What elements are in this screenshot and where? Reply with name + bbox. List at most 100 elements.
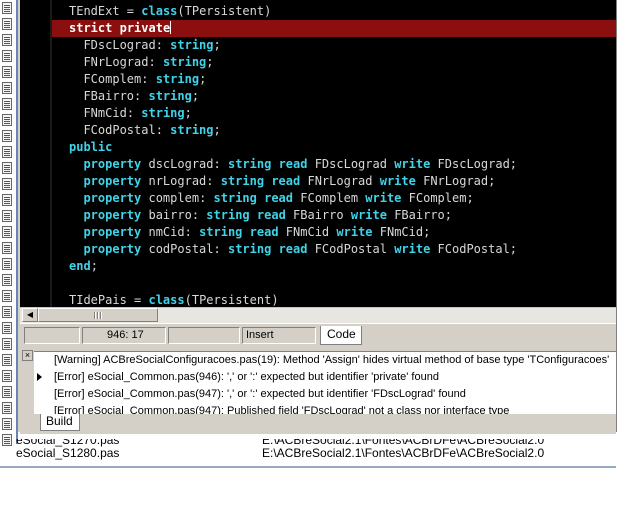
file-icon <box>2 290 12 302</box>
file-icon <box>2 242 12 254</box>
code-line[interactable]: strict private <box>52 20 616 37</box>
code-line[interactable]: FNrLograd: string; <box>52 54 616 71</box>
file-icon <box>2 226 12 238</box>
code-editor[interactable]: TEndExt = class(TPersistent) strict priva… <box>52 0 616 307</box>
keyword: string <box>199 225 243 239</box>
keyword: read <box>264 191 294 205</box>
close-icon[interactable]: × <box>22 350 33 361</box>
file-icon <box>2 402 12 414</box>
code-line[interactable]: property bairro: string read FBairro wri… <box>52 207 616 224</box>
code-line[interactable]: FNmCid: string; <box>52 105 616 122</box>
tab-code[interactable]: Code <box>320 326 362 345</box>
message-item[interactable]: [Error] eSocial_Common.pas(946): ',' or … <box>54 369 616 385</box>
code-line[interactable]: property nmCid: string read FNmCid write… <box>52 224 616 241</box>
keyword: property <box>83 157 142 171</box>
keyword: write <box>365 191 402 205</box>
grip-line <box>97 312 98 319</box>
keyword: public <box>69 140 113 154</box>
scrollbar-thumb[interactable] <box>38 308 158 322</box>
file-icon-strip <box>0 0 16 446</box>
message-item[interactable]: [Error] eSocial_Common.pas(947): Publish… <box>54 403 616 414</box>
code-line[interactable]: property complem: string read FComplem w… <box>52 190 616 207</box>
file-icon <box>2 130 12 142</box>
file-icon <box>2 434 12 446</box>
file-list-path: E:\ACBreSocial2.1\Fontes\ACBrDFe\ACBreSo… <box>262 446 545 460</box>
keyword: property <box>83 174 142 188</box>
cursor-position: 946: 17 <box>82 327 166 344</box>
file-icon <box>2 98 12 110</box>
file-icon <box>2 18 12 30</box>
keyword: read <box>271 174 301 188</box>
keyword: read <box>278 242 308 256</box>
file-icon <box>2 82 12 94</box>
file-icon <box>2 34 12 46</box>
code-line[interactable]: FCodPostal: string; <box>52 122 616 139</box>
file-icon <box>2 178 12 190</box>
keyword: string <box>213 191 257 205</box>
keyword: string <box>227 157 272 171</box>
code-line[interactable]: TEndExt = class(TPersistent) <box>52 3 616 20</box>
editor-gutter <box>20 0 50 307</box>
code-line[interactable]: public <box>52 139 616 156</box>
keyword: string <box>155 72 200 86</box>
keyword: property <box>83 242 142 256</box>
keyword: property <box>83 225 142 239</box>
keyword: class <box>141 4 178 18</box>
code-line[interactable]: FBairro: string; <box>52 88 616 105</box>
keyword: string <box>162 55 207 69</box>
keyword: end <box>69 259 91 273</box>
keyword: string <box>227 242 272 256</box>
current-message-arrow-icon <box>37 373 42 381</box>
keyword: write <box>379 174 416 188</box>
code-line[interactable]: end; <box>52 258 616 275</box>
insert-mode: Insert <box>242 327 316 344</box>
file-list-name[interactable]: eSocial_S1280.pas <box>16 445 119 461</box>
file-icon <box>2 210 12 222</box>
messages-list[interactable]: [Warning] ACBreSocialConfiguracoes.pas(1… <box>34 351 616 414</box>
tab-build[interactable]: Build <box>40 414 80 431</box>
keyword: read <box>256 208 286 222</box>
code-line[interactable]: property codPostal: string read FCodPost… <box>52 241 616 258</box>
grip-line <box>94 312 95 319</box>
file-icon <box>2 50 12 62</box>
message-item[interactable]: [Warning] ACBreSocialConfiguracoes.pas(1… <box>54 352 616 368</box>
file-icon <box>2 162 12 174</box>
keyword: write <box>394 242 431 256</box>
scroll-left-button[interactable]: ◀ <box>22 308 38 322</box>
keyword: write <box>336 225 373 239</box>
keyword: write <box>394 157 431 171</box>
code-line[interactable]: property nrLograd: string read FNrLograd… <box>52 173 616 190</box>
code-line[interactable]: property dscLograd: string read FDscLogr… <box>52 156 616 173</box>
keyword: string <box>206 208 250 222</box>
list-border <box>0 466 616 468</box>
file-icon <box>2 322 12 334</box>
file-icon <box>2 258 12 270</box>
keyword: string <box>170 38 214 52</box>
code-line[interactable]: TIdePais = class(TPersistent) <box>52 292 616 307</box>
file-icon <box>2 194 12 206</box>
modified-indicator <box>24 327 80 344</box>
file-icon <box>2 370 12 382</box>
keyword: write <box>350 208 387 222</box>
keyword: string <box>220 174 265 188</box>
code-line[interactable]: FDscLograd: string; <box>52 37 616 54</box>
code-line[interactable]: FComplem: string; <box>52 71 616 88</box>
file-icon <box>2 114 12 126</box>
text-caret <box>170 21 172 34</box>
status-blank <box>168 327 240 344</box>
file-icon <box>2 274 12 286</box>
keyword: property <box>83 208 142 222</box>
keyword: string <box>148 89 192 103</box>
file-icon <box>2 66 12 78</box>
message-item[interactable]: [Error] eSocial_Common.pas(947): ',' or … <box>54 386 616 402</box>
keyword: string <box>141 106 185 120</box>
keyword: string <box>170 123 214 137</box>
file-icon <box>2 386 12 398</box>
keyword: read <box>249 225 279 239</box>
file-icon <box>2 418 12 430</box>
code-line[interactable] <box>52 275 616 292</box>
keyword: read <box>278 157 308 171</box>
keyword: class <box>148 293 185 307</box>
keyword: property <box>83 191 142 205</box>
file-icon <box>2 146 12 158</box>
